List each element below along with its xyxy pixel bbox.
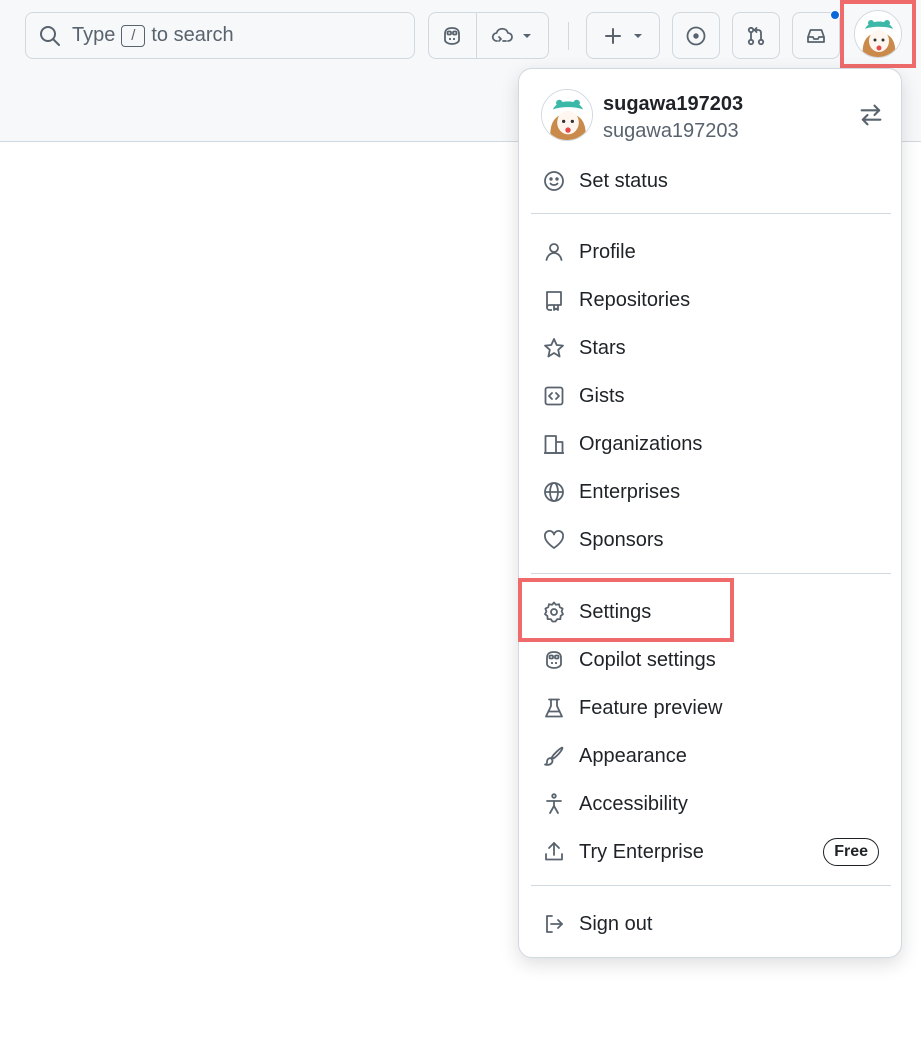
- paintbrush-icon: [544, 746, 564, 766]
- copilot-icon: [546, 651, 562, 669]
- menu-divider: [531, 213, 891, 214]
- codespaces-button[interactable]: [477, 13, 548, 58]
- switch-account-icon[interactable]: [857, 101, 885, 129]
- upload-icon: [545, 842, 563, 861]
- menu-item-copilot-settings[interactable]: Copilot settings: [531, 639, 891, 681]
- menu-item-profile[interactable]: Profile: [531, 231, 891, 273]
- beaker-icon: [545, 698, 563, 718]
- plus-icon: [605, 27, 621, 44]
- search-shortcut-key: /: [121, 24, 146, 47]
- sign-out-icon: [546, 915, 563, 933]
- accessibility-icon: [546, 793, 562, 814]
- code-square-icon: [544, 386, 564, 406]
- menu-item-repositories[interactable]: Repositories: [531, 279, 891, 321]
- avatar: [541, 89, 593, 141]
- chevron-down-icon: [523, 33, 532, 38]
- menu-item-accessibility[interactable]: Accessibility: [531, 783, 891, 825]
- notification-indicator: [830, 10, 840, 20]
- codespaces-icon: [492, 27, 514, 42]
- menu-item-stars[interactable]: Stars: [531, 327, 891, 369]
- user-name: sugawa197203: [603, 93, 744, 115]
- user-avatar-button[interactable]: [840, 0, 916, 68]
- star-icon: [544, 338, 564, 358]
- user-handle: sugawa197203: [603, 120, 739, 142]
- chevron-down-icon: [634, 33, 642, 38]
- user-menu: sugawa197203 sugawa197203 Set status Pro…: [518, 68, 902, 958]
- menu-divider: [531, 885, 891, 886]
- free-badge: Free: [823, 838, 879, 866]
- settings-highlight-box: [518, 578, 734, 642]
- heart-icon: [544, 530, 564, 549]
- create-new-button[interactable]: [586, 12, 660, 59]
- search-icon: [40, 25, 60, 46]
- search-placeholder: Type / to search: [72, 24, 234, 47]
- pull-request-icon: [747, 26, 765, 45]
- copilot-button[interactable]: [429, 13, 477, 58]
- search-input[interactable]: Type / to search: [25, 12, 415, 59]
- globe-icon: [544, 482, 564, 502]
- issues-button[interactable]: [672, 12, 720, 59]
- copilot-button-group: [428, 12, 549, 59]
- user-menu-header: sugawa197203 sugawa197203: [541, 89, 882, 145]
- smiley-icon: [544, 171, 564, 191]
- pull-requests-button[interactable]: [732, 12, 780, 59]
- inbox-icon: [807, 28, 825, 43]
- menu-item-feature-preview[interactable]: Feature preview: [531, 687, 891, 729]
- header-divider: [568, 22, 569, 50]
- menu-item-gists[interactable]: Gists: [531, 375, 891, 417]
- menu-item-sponsors[interactable]: Sponsors: [531, 519, 891, 561]
- menu-item-set-status[interactable]: Set status: [531, 160, 891, 202]
- organization-icon: [544, 435, 564, 454]
- menu-item-sign-out[interactable]: Sign out: [531, 903, 891, 945]
- menu-item-appearance[interactable]: Appearance: [531, 735, 891, 777]
- issue-icon: [686, 26, 706, 45]
- copilot-icon: [444, 26, 461, 45]
- menu-item-organizations[interactable]: Organizations: [531, 423, 891, 465]
- menu-divider: [531, 573, 891, 574]
- menu-item-try-enterprise[interactable]: Try Enterprise Free: [531, 831, 891, 873]
- person-icon: [545, 243, 563, 261]
- avatar: [854, 10, 902, 58]
- repo-icon: [546, 291, 562, 311]
- menu-item-enterprises[interactable]: Enterprises: [531, 471, 891, 513]
